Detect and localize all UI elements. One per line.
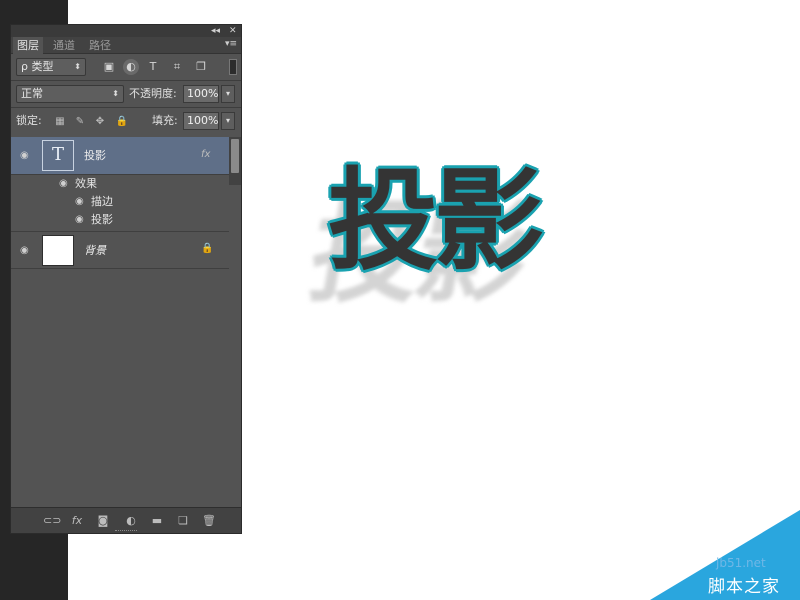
- fill-label: 填充:: [152, 114, 178, 127]
- effect-row-drop-shadow[interactable]: ◉ 投影: [11, 211, 229, 229]
- watermark-name: 脚本之家: [708, 577, 780, 597]
- smart-object-filter-icon[interactable]: ❐: [193, 59, 209, 75]
- effect-name: 投影: [91, 213, 113, 226]
- shape-filter-icon[interactable]: ⌗: [169, 59, 185, 75]
- eye-icon[interactable]: ◉: [20, 246, 32, 256]
- adjustment-filter-icon[interactable]: ◐: [123, 59, 139, 75]
- layer-name[interactable]: 投影: [84, 149, 106, 163]
- panel-titlebar[interactable]: ◂◂ ✕: [11, 25, 241, 37]
- collapse-panel-icon[interactable]: ◂◂: [211, 25, 220, 37]
- text-layer-thumbnail: T: [42, 140, 74, 171]
- lock-icon: 🔒: [201, 243, 214, 254]
- screen: ◂◂ ✕ 图层 通道 路径 ▾≡ ρ 类型 ⬍ ▣ ◐ T ⌗ ❐ 正常 ⬍ 不…: [0, 0, 800, 600]
- new-layer-icon[interactable]: ❏: [175, 514, 191, 528]
- fx-icon[interactable]: fx: [69, 514, 85, 528]
- layers-list: ◉ T 投影 fx ◉ 效果 ◉ 描边 ◉ 投影 ◉ 背景 🔒: [11, 137, 241, 507]
- panel-tabs: 图层 通道 路径 ▾≡: [11, 37, 241, 54]
- fill-dropdown-button[interactable]: ▾: [221, 112, 235, 130]
- opacity-dropdown-button[interactable]: ▾: [221, 85, 235, 103]
- eye-icon[interactable]: ◉: [75, 197, 87, 207]
- opacity-field[interactable]: 100%: [183, 85, 219, 103]
- panel-menu-icon[interactable]: ▾≡: [225, 39, 237, 49]
- fill-field[interactable]: 100%: [183, 112, 219, 130]
- layers-scrollbar[interactable]: [229, 137, 241, 185]
- effect-row-stroke[interactable]: ◉ 描边: [11, 193, 229, 211]
- close-panel-icon[interactable]: ✕: [229, 25, 237, 37]
- tab-layers[interactable]: 图层: [13, 37, 43, 54]
- blend-mode-select[interactable]: 正常 ⬍: [16, 85, 124, 103]
- folder-icon[interactable]: ▬: [149, 514, 165, 528]
- link-layers-icon[interactable]: ⊂⊃: [43, 514, 61, 528]
- filter-type-select[interactable]: ρ 类型 ⬍: [16, 58, 86, 76]
- image-filter-icon[interactable]: ▣: [101, 59, 117, 75]
- layer-name[interactable]: 背景: [84, 244, 106, 258]
- text-filter-icon[interactable]: T: [145, 59, 161, 75]
- updown-arrow-icon: ⬍: [74, 62, 81, 71]
- divider: [11, 107, 241, 108]
- resize-grip[interactable]: [115, 530, 137, 532]
- effect-name: 描边: [91, 195, 113, 208]
- blend-mode-value: 正常: [21, 87, 43, 100]
- watermark-site: jb51.net: [716, 556, 766, 570]
- trash-icon[interactable]: 🗑: [201, 514, 217, 528]
- filter-toggle-switch[interactable]: [229, 59, 237, 75]
- tab-paths[interactable]: 路径: [85, 37, 115, 54]
- lock-all-icon[interactable]: 🔒: [115, 115, 129, 129]
- canvas-artwork: 投影 投影: [300, 160, 600, 340]
- layer-row-text[interactable]: ◉ T 投影 fx: [11, 137, 229, 175]
- mask-icon[interactable]: ◙: [95, 514, 111, 528]
- lock-label: 锁定:: [16, 114, 42, 127]
- effects-row[interactable]: ◉ 效果: [11, 175, 229, 193]
- divider: [11, 80, 241, 81]
- eye-icon[interactable]: ◉: [20, 151, 32, 161]
- lock-transparent-pixels-icon[interactable]: ▦: [53, 115, 67, 129]
- eye-icon[interactable]: ◉: [59, 179, 71, 189]
- lock-image-pixels-icon[interactable]: ✎: [73, 115, 87, 129]
- fx-badge[interactable]: fx: [201, 149, 210, 160]
- panel-bottom-toolbar: ⊂⊃ fx ◙ ◐ ▬ ❏ 🗑: [11, 507, 241, 533]
- tab-channels[interactable]: 通道: [49, 37, 79, 54]
- background-layer-thumbnail: [42, 235, 74, 266]
- scrollbar-thumb[interactable]: [231, 139, 239, 173]
- lock-position-icon[interactable]: ✥: [93, 115, 107, 129]
- artwork-text: 投影: [328, 157, 544, 285]
- opacity-label: 不透明度:: [129, 87, 177, 100]
- layers-panel: ◂◂ ✕ 图层 通道 路径 ▾≡ ρ 类型 ⬍ ▣ ◐ T ⌗ ❐ 正常 ⬍ 不…: [10, 24, 242, 534]
- adjustment-layer-icon[interactable]: ◐: [123, 514, 139, 528]
- eye-icon[interactable]: ◉: [75, 215, 87, 225]
- layer-row-background[interactable]: ◉ 背景 🔒: [11, 231, 229, 269]
- effects-label: 效果: [75, 177, 97, 190]
- updown-arrow-icon: ⬍: [112, 89, 119, 98]
- filter-type-label: ρ 类型: [21, 60, 54, 73]
